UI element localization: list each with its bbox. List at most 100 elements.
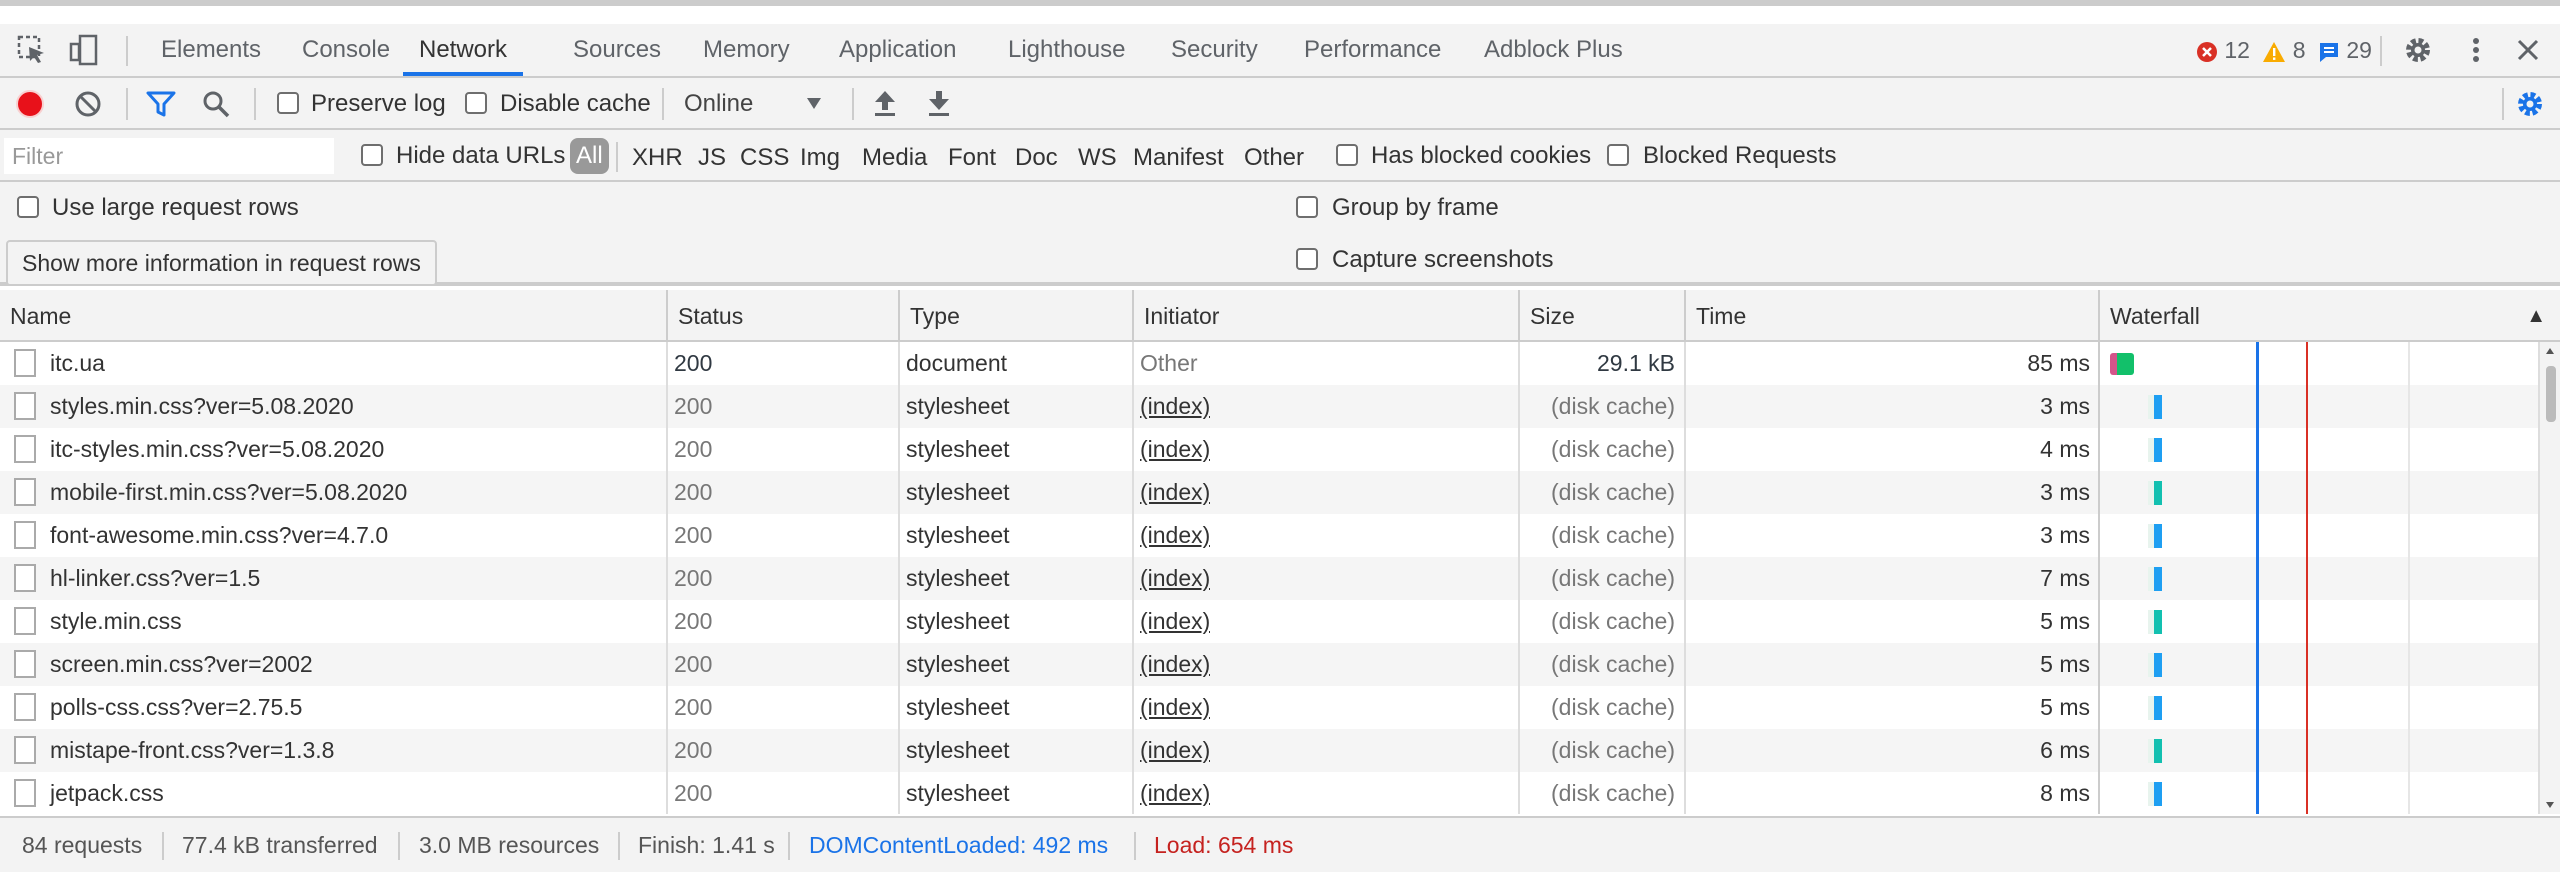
column-header-name[interactable]: Name <box>0 290 668 342</box>
kebab-menu-icon[interactable] <box>2460 34 2492 66</box>
tab-sources[interactable]: Sources <box>573 24 661 76</box>
filter-type-media[interactable]: Media <box>862 144 927 172</box>
request-initiator[interactable]: (index) <box>1140 557 1210 600</box>
request-name-text: font-awesome.min.css?ver=4.7.0 <box>50 522 389 548</box>
waterfall-bar[interactable] <box>2148 782 2162 806</box>
request-initiator[interactable]: (index) <box>1140 772 1210 814</box>
tab-console[interactable]: Console <box>302 24 390 76</box>
table-row[interactable]: polls-css.css?ver=2.75.5 200 stylesheet (in… <box>0 686 2540 729</box>
table-row[interactable]: itc-styles.min.css?ver=5.08.2020 200 style… <box>0 428 2540 471</box>
filter-type-doc[interactable]: Doc <box>1015 144 1058 172</box>
table-scrollbar[interactable] <box>2538 342 2560 814</box>
issue-counts[interactable]: 12 8 29 <box>2196 24 2372 76</box>
filter-type-xhr[interactable]: XHR <box>632 144 683 172</box>
filter-type-all[interactable]: All <box>570 138 609 174</box>
filter-type-other[interactable]: Other <box>1244 144 1304 172</box>
blocked-requests-checkbox[interactable] <box>1607 144 1629 166</box>
tab-elements[interactable]: Elements <box>161 24 261 76</box>
request-initiator[interactable]: (index) <box>1140 600 1210 643</box>
upload-icon[interactable] <box>872 88 898 118</box>
filter-type-js[interactable]: JS <box>698 144 726 172</box>
scroll-down-icon[interactable] <box>2544 800 2556 810</box>
filter-type-font[interactable]: Font <box>948 144 996 172</box>
clear-icon[interactable] <box>74 90 102 118</box>
hide-data-urls-label: Hide data URLs <box>396 142 566 169</box>
table-row[interactable]: font-awesome.min.css?ver=4.7.0 200 stylesh… <box>0 514 2540 557</box>
table-row[interactable]: mobile-first.min.css?ver=5.08.2020 200 sty… <box>0 471 2540 514</box>
filter-type-manifest[interactable]: Manifest <box>1133 144 1224 172</box>
device-toolbar-icon[interactable] <box>68 34 100 66</box>
request-initiator[interactable]: (index) <box>1140 686 1210 729</box>
waterfall-bar[interactable] <box>2148 524 2162 548</box>
table-row[interactable]: itc.ua 200 document Other 29.1 kB 85 ms <box>0 342 2540 385</box>
waterfall-bar[interactable] <box>2148 739 2162 763</box>
inspect-icon[interactable] <box>16 34 48 66</box>
request-table-body: itc.ua 200 document Other 29.1 kB 85 ms styles… <box>0 342 2560 814</box>
request-initiator[interactable]: (index) <box>1140 729 1210 772</box>
column-header-size[interactable]: Size <box>1518 290 1686 342</box>
capture-screenshots-checkbox[interactable] <box>1296 248 1318 270</box>
waterfall-grid-line <box>2408 342 2410 814</box>
table-row[interactable]: style.min.css 200 stylesheet (index) (disk c… <box>0 600 2540 643</box>
preserve-log-checkbox[interactable] <box>277 92 299 114</box>
tab-application[interactable]: Application <box>839 24 956 76</box>
waterfall-bar[interactable] <box>2148 438 2162 462</box>
waterfall-bar[interactable] <box>2110 353 2134 375</box>
record-icon[interactable] <box>16 90 44 118</box>
waterfall-bar[interactable] <box>2148 653 2162 677</box>
throttling-select[interactable]: Online <box>684 90 753 118</box>
waterfall-bar[interactable] <box>2148 610 2162 634</box>
waterfall-bar[interactable] <box>2148 481 2162 505</box>
request-initiator[interactable]: (index) <box>1140 385 1210 428</box>
request-initiator[interactable]: (index) <box>1140 471 1210 514</box>
column-header-status[interactable]: Status <box>666 290 900 342</box>
filter-icon[interactable] <box>146 90 176 118</box>
request-time: 3 ms <box>2040 393 2090 419</box>
request-initiator[interactable]: (index) <box>1140 643 1210 686</box>
scrollbar-thumb[interactable] <box>2546 366 2556 422</box>
tab-memory[interactable]: Memory <box>703 24 790 76</box>
disable-cache-checkbox[interactable] <box>465 92 487 114</box>
close-icon[interactable] <box>2512 34 2544 66</box>
column-header-time[interactable]: Time <box>1684 290 2100 342</box>
group-by-frame-checkbox[interactable] <box>1296 196 1318 218</box>
download-icon[interactable] <box>926 88 952 118</box>
table-row[interactable]: hl-linker.css?ver=1.5 200 stylesheet (index… <box>0 557 2540 600</box>
hide-data-urls-checkbox[interactable] <box>361 144 383 166</box>
waterfall-bar[interactable] <box>2148 567 2162 591</box>
scroll-up-icon[interactable] <box>2544 346 2556 356</box>
request-size: (disk cache) <box>1551 780 1675 806</box>
table-row[interactable]: styles.min.css?ver=5.08.2020 200 styleshee… <box>0 385 2540 428</box>
finish-time: Finish: 1.41 s <box>638 832 775 858</box>
request-status: 200 <box>674 350 713 376</box>
request-name-text: itc.ua <box>50 350 105 376</box>
table-row[interactable]: jetpack.css 200 stylesheet (index) (disk cac… <box>0 772 2540 814</box>
filter-type-ws[interactable]: WS <box>1078 144 1117 172</box>
network-settings-icon[interactable] <box>2514 88 2546 120</box>
filter-type-css[interactable]: CSS <box>740 144 789 172</box>
column-header-type[interactable]: Type <box>898 290 1134 342</box>
has-blocked-cookies-checkbox[interactable] <box>1336 144 1358 166</box>
tab-performance[interactable]: Performance <box>1304 24 1441 76</box>
tab-lighthouse[interactable]: Lighthouse <box>1008 24 1125 76</box>
gear-icon[interactable] <box>2402 34 2434 66</box>
waterfall-bar[interactable] <box>2148 395 2162 419</box>
column-header-initiator[interactable]: Initiator <box>1132 290 1520 342</box>
large-rows-checkbox[interactable] <box>17 196 39 218</box>
waterfall-bar[interactable] <box>2148 696 2162 720</box>
filter-type-img[interactable]: Img <box>800 144 840 172</box>
request-initiator[interactable]: (index) <box>1140 514 1210 557</box>
tab-network[interactable]: Network <box>403 24 524 76</box>
table-row[interactable]: mistape-front.css?ver=1.3.8 200 stylesheet… <box>0 729 2540 772</box>
column-header-waterfall[interactable]: Waterfall ▲ <box>2098 290 2560 342</box>
filter-input[interactable] <box>4 138 334 174</box>
search-icon[interactable] <box>202 90 230 118</box>
request-time: 85 ms <box>2027 350 2090 376</box>
tab-adblock-plus[interactable]: Adblock Plus <box>1484 24 1623 76</box>
dropdown-arrow-icon[interactable] <box>806 96 822 110</box>
request-initiator[interactable]: (index) <box>1140 428 1210 471</box>
warning-count: 8 <box>2292 37 2306 63</box>
request-time: 8 ms <box>2040 780 2090 806</box>
tab-security[interactable]: Security <box>1171 24 1258 76</box>
table-row[interactable]: screen.min.css?ver=2002 200 stylesheet (ind… <box>0 643 2540 686</box>
